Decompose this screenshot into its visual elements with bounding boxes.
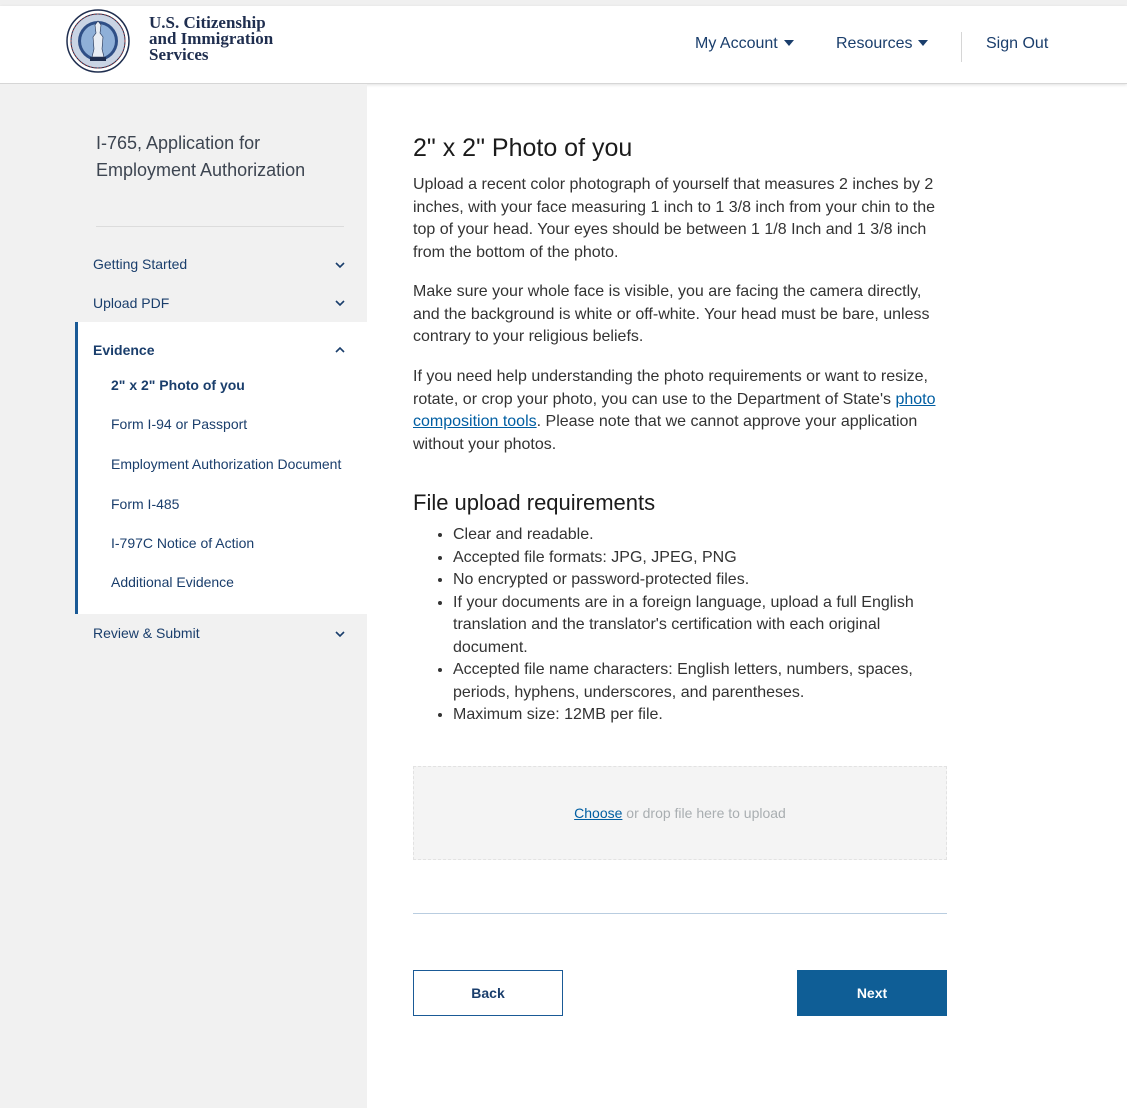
photo-instructions: Upload a recent color photograph of your… bbox=[413, 176, 936, 261]
sidebar-section-review-submit[interactable]: Review & Submit bbox=[93, 625, 200, 641]
help-text-before: If you need help understanding the photo… bbox=[413, 368, 928, 408]
sidebar-item-ead[interactable]: Employment Authorization Document bbox=[111, 456, 341, 472]
list-item: Maximum size: 12MB per file. bbox=[453, 704, 947, 727]
chevron-down-icon[interactable] bbox=[335, 629, 345, 639]
resources-label: Resources bbox=[836, 35, 913, 52]
sidebar-item-i797c[interactable]: I-797C Notice of Action bbox=[111, 535, 254, 551]
dropzone-text: or drop file here to upload bbox=[622, 805, 786, 821]
list-item: If your documents are in a foreign langu… bbox=[453, 592, 947, 660]
page-title: 2" x 2" Photo of you bbox=[413, 134, 633, 162]
choose-file-link[interactable]: Choose bbox=[574, 805, 622, 821]
agency-name[interactable]: U.S. Citizenship and Immigration Service… bbox=[149, 14, 273, 64]
help-paragraph: If you need help understanding the photo… bbox=[413, 366, 947, 456]
resources-menu[interactable]: Resources bbox=[836, 35, 929, 53]
nav-divider bbox=[961, 32, 962, 62]
application-title: I-765, Application for Employment Author… bbox=[96, 133, 306, 180]
sidebar-item-form-i485[interactable]: Form I-485 bbox=[111, 496, 179, 512]
sidebar-divider bbox=[96, 226, 344, 227]
list-item: Accepted file formats: JPG, JPEG, PNG bbox=[453, 547, 947, 570]
sidebar-section-getting-started[interactable]: Getting Started bbox=[93, 256, 187, 272]
section-divider bbox=[413, 913, 947, 914]
list-item: No encrypted or password-protected files… bbox=[453, 569, 947, 592]
visibility-instructions: Make sure your whole face is visible, yo… bbox=[413, 283, 930, 345]
dhs-seal-logo[interactable] bbox=[66, 9, 130, 73]
file-dropzone[interactable]: Choose or drop file here to upload bbox=[413, 766, 947, 860]
sidebar-section-upload-pdf[interactable]: Upload PDF bbox=[93, 295, 169, 311]
sidebar-item-form-i94[interactable]: Form I-94 or Passport bbox=[111, 416, 247, 432]
back-button[interactable]: Back bbox=[413, 970, 563, 1016]
chevron-down-icon[interactable] bbox=[335, 260, 345, 270]
site-header: U.S. Citizenship and Immigration Service… bbox=[0, 6, 1127, 84]
my-account-menu[interactable]: My Account bbox=[695, 35, 794, 53]
agency-name-line-3: Services bbox=[149, 45, 209, 64]
sidebar-section-evidence[interactable]: Evidence bbox=[93, 342, 154, 358]
next-button[interactable]: Next bbox=[797, 970, 947, 1016]
requirements-list: Clear and readable. Accepted file format… bbox=[413, 524, 947, 727]
chevron-up-icon[interactable] bbox=[335, 345, 345, 355]
sidebar-item-photo[interactable]: 2" x 2" Photo of you bbox=[111, 377, 245, 393]
my-account-label: My Account bbox=[695, 35, 778, 52]
sidebar: I-765, Application for Employment Author… bbox=[0, 84, 367, 1108]
caret-down-icon bbox=[918, 40, 929, 46]
sign-out-link[interactable]: Sign Out bbox=[986, 35, 1048, 53]
list-item: Accepted file name characters: English l… bbox=[453, 659, 947, 704]
chevron-down-icon[interactable] bbox=[335, 298, 345, 308]
sidebar-item-additional-evidence[interactable]: Additional Evidence bbox=[111, 574, 234, 590]
file-upload-requirements-heading: File upload requirements bbox=[413, 490, 656, 515]
list-item: Clear and readable. bbox=[453, 524, 947, 547]
caret-down-icon bbox=[783, 40, 794, 46]
